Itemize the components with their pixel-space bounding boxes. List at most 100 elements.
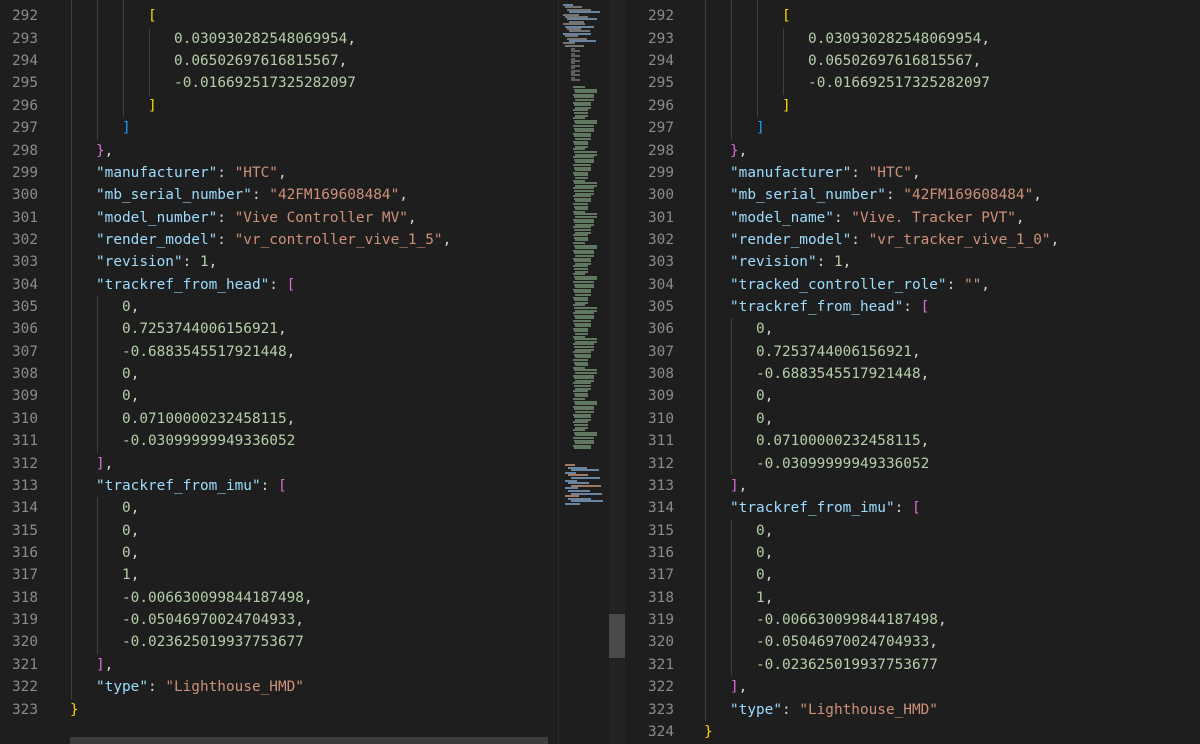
code-line[interactable]: 321 -0.023625019937753677 [628, 653, 1200, 677]
punctuation: : [217, 209, 235, 226]
code-line[interactable]: 301 "model_name": "Vive. Tracker PVT", [628, 206, 1200, 229]
code-line[interactable]: 324} [628, 721, 1200, 743]
code-line[interactable]: 298}, [628, 139, 1200, 162]
code-line[interactable]: 310 0, [628, 407, 1200, 431]
code-line[interactable]: 300 "mb_serial_number": "42FM169608484", [628, 184, 1200, 207]
indent-guide [705, 94, 706, 118]
json-key: "trackref_from_head" [96, 276, 270, 293]
code-line[interactable]: 298}, [0, 139, 558, 162]
line-number: 315 [12, 522, 38, 539]
code-line[interactable]: 307 -0.6883545517921448, [0, 340, 558, 364]
indent-guide [97, 94, 98, 118]
code-line[interactable]: 321], [0, 653, 558, 677]
code-line[interactable]: 292 [ [628, 5, 1200, 28]
code-line[interactable]: 320 -0.05046970024704933, [628, 631, 1200, 654]
code-line[interactable]: 318 -0.006630099844187498, [0, 586, 558, 610]
line-number: 305 [12, 299, 38, 316]
code-line[interactable]: 294 0.06502697616815567, [0, 50, 558, 73]
code-line[interactable]: 299 "manufacturer": "HTC", [0, 161, 558, 185]
indent-guide [71, 296, 72, 319]
indent-guide [783, 72, 785, 95]
code-line[interactable]: 315 0, [0, 519, 558, 542]
code-line[interactable]: 296] [628, 94, 1200, 118]
code-line[interactable]: 309 0, [0, 385, 558, 408]
code-line[interactable]: 323} [0, 699, 558, 721]
code-line[interactable]: 303 "revision": 1, [0, 251, 558, 274]
code-line[interactable]: 319 -0.05046970024704933, [0, 609, 558, 632]
json-number: -0.03099999949336052 [122, 433, 296, 450]
code-line[interactable]: 305 0, [0, 296, 558, 319]
code-line[interactable]: 314 "trackref_from_imu": [ [628, 497, 1200, 520]
code-line[interactable]: 306 0.7253744006156921, [0, 318, 558, 341]
code-line[interactable]: 320 -0.023625019937753677 [0, 631, 558, 654]
indent-guide [71, 5, 72, 28]
code-line[interactable]: 316 0, [0, 541, 558, 565]
code-text: "render_model": "vr_tracker_vive_1_0", [730, 229, 1059, 251]
code-line[interactable]: 295 -0.016692517325282097 [0, 72, 558, 95]
code-line[interactable]: 304 "trackref_from_head": [ [0, 273, 558, 297]
diff-overview-minimap[interactable] [558, 0, 629, 744]
code-line[interactable]: 322 "type": "Lighthouse_HMD" [0, 676, 558, 699]
code-line[interactable]: 312], [0, 452, 558, 475]
code-line[interactable]: 299 "manufacturer": "HTC", [628, 161, 1200, 185]
code-line[interactable]: 311 0.07100000232458115, [628, 430, 1200, 453]
line-number: 316 [12, 544, 38, 561]
code-line[interactable]: 323 "type": "Lighthouse_HMD" [628, 698, 1200, 721]
json-number: -0.023625019937753677 [122, 634, 304, 651]
punctuation: , [764, 589, 774, 606]
code-line[interactable]: 294 0.06502697616815567, [628, 50, 1200, 73]
indent-guide [97, 385, 98, 408]
code-line[interactable]: 293 0.030930282548069954, [628, 27, 1200, 51]
code-text: }, [96, 140, 113, 162]
code-line[interactable]: 295 -0.016692517325282097 [628, 72, 1200, 95]
code-line[interactable]: 316 0, [628, 541, 1200, 565]
line-number: 319 [648, 612, 674, 629]
code-line[interactable]: 297] [628, 117, 1200, 140]
code-line[interactable]: 317 0, [628, 564, 1200, 587]
line-number: 312 [12, 455, 38, 472]
code-line[interactable]: 311 -0.03099999949336052 [0, 430, 558, 453]
code-line[interactable]: 297] [0, 117, 558, 140]
code-line[interactable]: 322], [628, 676, 1200, 699]
code-line[interactable]: 319 -0.006630099844187498, [628, 609, 1200, 632]
code-line[interactable]: 308 0, [0, 363, 558, 386]
punctuation: , [104, 656, 114, 673]
indent-guide [97, 407, 98, 431]
punctuation: , [130, 388, 140, 405]
code-line[interactable]: 300 "mb_serial_number": "42FM169608484", [0, 184, 558, 207]
indent-guide [71, 609, 72, 632]
code-line[interactable]: 302 "render_model": "vr_tracker_vive_1_0"… [628, 228, 1200, 252]
code-line[interactable]: 296] [0, 94, 558, 118]
code-line[interactable]: 314 0, [0, 497, 558, 520]
json-number: 0 [756, 388, 765, 405]
code-line[interactable]: 313 "trackref_from_imu": [ [0, 474, 558, 498]
code-line[interactable]: 313], [628, 474, 1200, 498]
code-line[interactable]: 308 -0.6883545517921448, [628, 363, 1200, 386]
code-line[interactable]: 305 "trackref_from_head": [ [628, 296, 1200, 319]
code-text: 0, [756, 318, 773, 340]
punctuation: , [937, 612, 947, 629]
code-line[interactable]: 302 "render_model": "vr_controller_vive_1… [0, 228, 558, 252]
code-line[interactable]: 318 1, [628, 586, 1200, 610]
left-editor-pane[interactable]: 291],292[2930.030930282548069954,2940.06… [0, 0, 558, 744]
line-number: 320 [648, 634, 674, 651]
code-line[interactable]: 301 "model_number": "Vive Controller MV", [0, 206, 558, 229]
code-line[interactable]: 304 "tracked_controller_role": "", [628, 273, 1200, 297]
code-line[interactable]: 306 0, [628, 318, 1200, 341]
indent-guide [71, 251, 72, 274]
line-number: 293 [12, 30, 38, 47]
minimap-scroll-slider[interactable] [609, 614, 625, 658]
code-line[interactable]: 292 [ [0, 5, 558, 28]
left-horizontal-scrollbar[interactable] [70, 737, 548, 744]
punctuation: : [251, 187, 270, 204]
code-line[interactable]: 317 1, [0, 564, 558, 587]
code-line[interactable]: 293 0.030930282548069954, [0, 27, 558, 51]
code-line[interactable]: 309 0, [628, 385, 1200, 408]
code-line[interactable]: 310 0.07100000232458115, [0, 407, 558, 431]
code-line[interactable]: 312 -0.03099999949336052 [628, 452, 1200, 475]
code-line[interactable]: 307 0.7253744006156921, [628, 340, 1200, 364]
code-line[interactable]: 315 0, [628, 519, 1200, 542]
line-number: 312 [648, 455, 674, 472]
code-line[interactable]: 303 "revision": 1, [628, 251, 1200, 274]
right-editor-pane[interactable]: 291],292[2930.030930282548069954,2940.06… [628, 0, 1200, 744]
